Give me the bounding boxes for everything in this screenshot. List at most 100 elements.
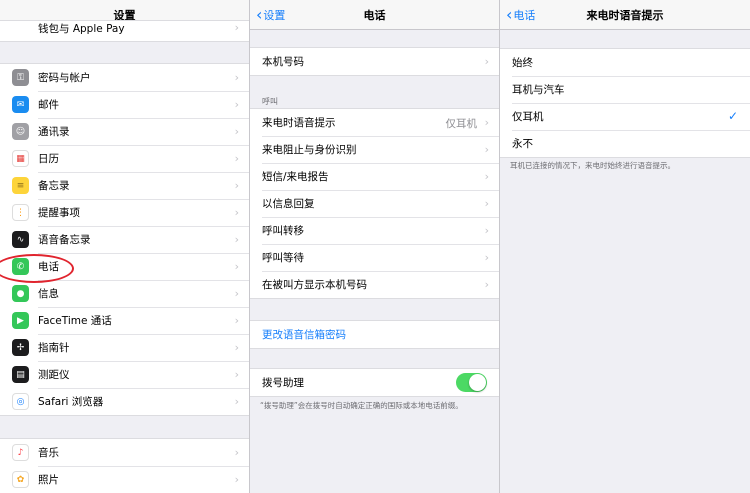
settings-item-notes[interactable]: ≡ 备忘录 ›: [0, 172, 249, 199]
chevron-left-icon: ‹: [506, 5, 513, 24]
settings-item-label: 音乐: [38, 447, 59, 459]
settings-item-label: FaceTime 通话: [38, 315, 112, 327]
calls-item[interactable]: 在被叫方显示本机号码 ›: [250, 271, 499, 298]
announce-navbar: ‹ 电话 来电时语音提示: [500, 0, 750, 30]
settings-item-voice-memos[interactable]: ∿ 语音备忘录 ›: [0, 226, 249, 253]
settings-item-phone[interactable]: ✆ 电话 ›: [0, 253, 249, 280]
chevron-right-icon: ›: [484, 143, 489, 156]
music-icon: ♪: [12, 444, 29, 461]
chevron-right-icon: ›: [234, 446, 239, 459]
settings-item-label: 密码与帐户: [38, 72, 91, 84]
settings-item-music[interactable]: ♪ 音乐 ›: [0, 439, 249, 466]
safari-icon: ◎: [12, 393, 29, 410]
settings-item-label: Safari 浏览器: [38, 396, 104, 408]
chevron-right-icon: ›: [234, 152, 239, 165]
settings-item-contacts[interactable]: ☺ 通讯录 ›: [0, 118, 249, 145]
settings-item-photos[interactable]: ✿ 照片 ›: [0, 466, 249, 493]
settings-item-facetime[interactable]: ▶ FaceTime 通话 ›: [0, 307, 249, 334]
chevron-right-icon: ›: [484, 116, 489, 129]
announce-options-group: 始终耳机与汽车 仅耳机 ✓ 永不: [500, 48, 750, 158]
settings-item-label: 电话: [38, 261, 59, 273]
calls-item[interactable]: 短信/来电报告 ›: [250, 163, 499, 190]
settings-item-key[interactable]: ⚿ 密码与帐户 ›: [0, 64, 249, 91]
calls-item-label: 短信/来电报告: [262, 171, 329, 183]
calls-item-label: 在被叫方显示本机号码: [262, 279, 367, 291]
settings-item-calendar[interactable]: ▦ 日历 ›: [0, 145, 249, 172]
back-label: 设置: [263, 9, 286, 22]
notes-icon: ≡: [12, 177, 29, 194]
announce-option[interactable]: 耳机与汽车: [500, 76, 750, 103]
phone-title: 电话: [363, 8, 386, 22]
settings-item-wallet[interactable]: 钱包与 Apple Pay ›: [0, 21, 249, 41]
settings-item-compass[interactable]: ✢ 指南针 ›: [0, 334, 249, 361]
back-to-phone-button[interactable]: ‹ 电话: [506, 7, 535, 23]
chevron-right-icon: ›: [234, 71, 239, 84]
settings-panel: 设置 钱包与 Apple Pay › ⚿ 密码与帐户 › ✉ 邮件 › ☺ 通讯录 › ▦ 日历 › ≡…: [0, 0, 250, 493]
settings-item-messages[interactable]: ● 信息 ›: [0, 280, 249, 307]
chevron-right-icon: ›: [234, 314, 239, 327]
calls-item-label: 呼叫转移: [262, 225, 304, 237]
announce-option[interactable]: 永不: [500, 130, 750, 157]
chevron-right-icon: ›: [484, 278, 489, 291]
change-voicemail-password-button[interactable]: 更改语音信箱密码: [250, 321, 499, 348]
dial-assist-cell: 拨号助理: [250, 369, 499, 396]
settings-item-label: 提醒事项: [38, 207, 80, 219]
chevron-right-icon: ›: [234, 98, 239, 111]
reminders-icon: ⋮: [12, 204, 29, 221]
chevron-left-icon: ‹: [256, 5, 263, 24]
facetime-icon: ▶: [12, 312, 29, 329]
chevron-right-icon: ›: [484, 170, 489, 183]
calendar-icon: ▦: [12, 150, 29, 167]
dial-assist-toggle[interactable]: [456, 373, 487, 392]
calls-item[interactable]: 呼叫等待 ›: [250, 244, 499, 271]
chevron-right-icon: ›: [484, 55, 489, 68]
chevron-right-icon: ›: [484, 251, 489, 264]
dial-assist-group: 拨号助理: [250, 368, 499, 397]
settings-item-label: 语音备忘录: [38, 234, 91, 246]
settings-item-label: 日历: [38, 153, 59, 165]
calls-item-label: 以信息回复: [262, 198, 315, 210]
dial-assist-note: “拨号助理”会在拨号时自动确定正确的国际或本地电话前缀。: [260, 401, 463, 410]
apps-group: ⚿ 密码与帐户 › ✉ 邮件 › ☺ 通讯录 › ▦ 日历 › ≡ 备忘录 › ⋮ 提醒事项 › ∿ 语音备忘录 › ✆ 电…: [0, 63, 249, 416]
chevron-right-icon: ›: [484, 197, 489, 210]
contacts-icon: ☺: [12, 123, 29, 140]
settings-item-mail[interactable]: ✉ 邮件 ›: [0, 91, 249, 118]
announce-option-label: 永不: [512, 138, 533, 150]
calls-item-value: 仅耳机: [445, 118, 478, 130]
calls-item[interactable]: 来电阻止与身份识别 ›: [250, 136, 499, 163]
compass-icon: ✢: [12, 339, 29, 356]
settings-item-label: 备忘录: [38, 180, 70, 192]
calls-item-label: 来电时语音提示: [262, 117, 336, 129]
phone-panel: ‹ 设置 电话 本机号码 › 呼叫 来电时语音提示 仅耳机 › 来电阻止与身份识别 › 短…: [250, 0, 500, 493]
calls-item[interactable]: 来电时语音提示 仅耳机 ›: [250, 109, 499, 136]
settings-item-label: 通讯录: [38, 126, 70, 138]
chevron-right-icon: ›: [484, 224, 489, 237]
measure-icon: ▤: [12, 366, 29, 383]
messages-icon: ●: [12, 285, 29, 302]
phone-icon: ✆: [12, 258, 29, 275]
key-icon: ⚿: [12, 69, 29, 86]
chevron-right-icon: ›: [234, 395, 239, 408]
calls-item[interactable]: 以信息回复 ›: [250, 190, 499, 217]
my-number-group: 本机号码 ›: [250, 47, 499, 76]
announce-option[interactable]: 始终: [500, 49, 750, 76]
calls-item[interactable]: 呼叫转移 ›: [250, 217, 499, 244]
my-number-cell[interactable]: 本机号码 ›: [250, 48, 499, 75]
settings-item-reminders[interactable]: ⋮ 提醒事项 ›: [0, 199, 249, 226]
settings-item-safari[interactable]: ◎ Safari 浏览器 ›: [0, 388, 249, 415]
settings-item-measure[interactable]: ▤ 测距仪 ›: [0, 361, 249, 388]
phone-navbar: ‹ 设置 电话: [250, 0, 499, 30]
announce-calls-panel: ‹ 电话 来电时语音提示 始终 耳机与汽车 仅耳机 ✓ 永不 耳机已连接的情况下，来电时…: [500, 0, 750, 493]
wallet-label: 钱包与 Apple Pay: [38, 22, 125, 35]
media-group: ♪ 音乐 › ✿ 照片 ›: [0, 438, 249, 493]
chevron-right-icon: ›: [234, 21, 239, 34]
settings-item-label: 邮件: [38, 99, 59, 111]
dial-assist-label: 拨号助理: [262, 377, 304, 389]
back-to-settings-button[interactable]: ‹ 设置: [256, 7, 285, 23]
change-voicemail-label: 更改语音信箱密码: [262, 329, 346, 341]
announce-option[interactable]: 仅耳机 ✓: [500, 103, 750, 130]
settings-item-label: 测距仪: [38, 369, 70, 381]
chevron-right-icon: ›: [234, 233, 239, 246]
announce-option-label: 始终: [512, 57, 533, 69]
calls-item-label: 呼叫等待: [262, 252, 304, 264]
